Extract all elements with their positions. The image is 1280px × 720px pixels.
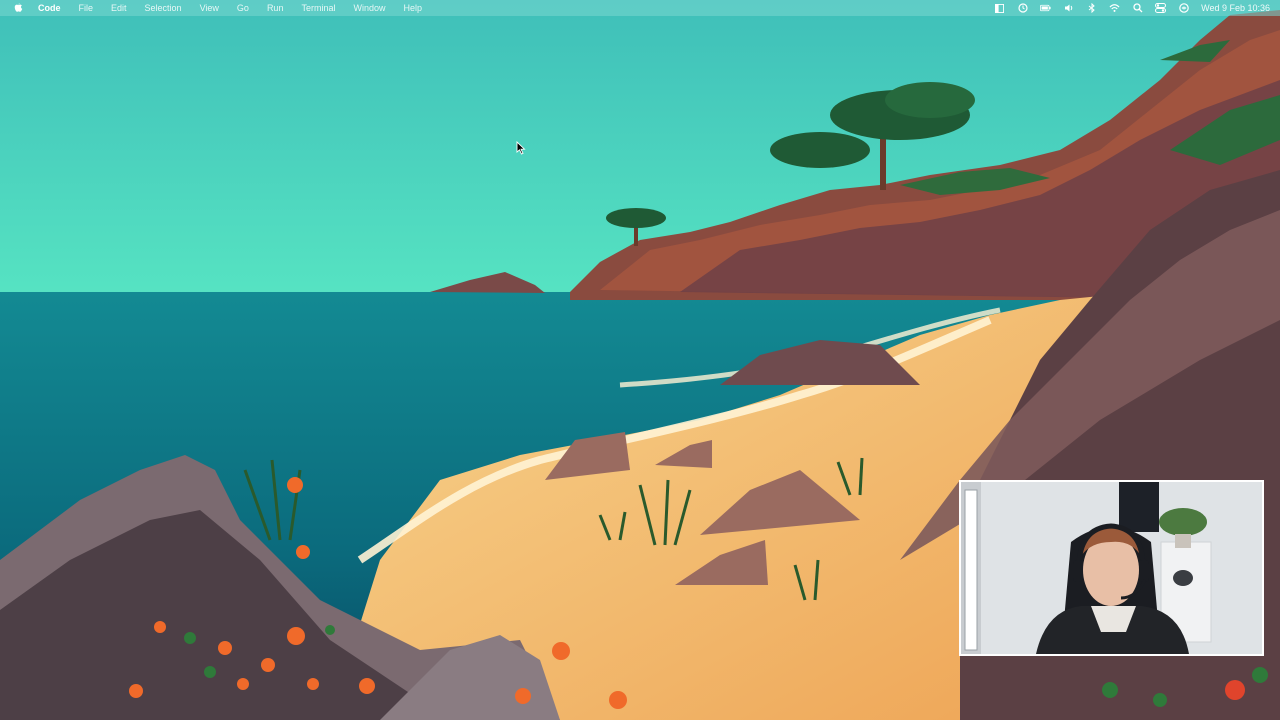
menu-go[interactable]: Go: [237, 3, 249, 13]
volume-icon[interactable]: [1063, 3, 1074, 14]
menu-bar: Code File Edit Selection View Go Run Ter…: [0, 0, 1280, 16]
menu-run[interactable]: Run: [267, 3, 284, 13]
webcam-feed: [961, 482, 1262, 654]
battery-icon[interactable]: [1040, 3, 1051, 14]
menu-file[interactable]: File: [79, 3, 94, 13]
sidebar-icon[interactable]: [994, 3, 1005, 14]
search-icon[interactable]: [1132, 3, 1143, 14]
menu-help[interactable]: Help: [403, 3, 422, 13]
menu-selection[interactable]: Selection: [145, 3, 182, 13]
menu-edit[interactable]: Edit: [111, 3, 127, 13]
tv-screen: [1119, 482, 1159, 532]
focus-icon[interactable]: [1017, 3, 1028, 14]
control-center-icon[interactable]: [1155, 3, 1167, 14]
mouse-cursor-icon: [516, 141, 526, 155]
wifi-icon[interactable]: [1109, 3, 1120, 14]
menu-window[interactable]: Window: [353, 3, 385, 13]
webcam-overlay: [959, 480, 1264, 656]
menu-terminal[interactable]: Terminal: [301, 3, 335, 13]
apple-menu-icon[interactable]: [12, 2, 24, 14]
menubar-clock[interactable]: Wed 9 Feb 10:36: [1201, 3, 1270, 13]
bluetooth-icon[interactable]: [1086, 3, 1097, 14]
siri-icon[interactable]: [1178, 3, 1189, 14]
menu-view[interactable]: View: [200, 3, 219, 13]
app-name-menu[interactable]: Code: [38, 3, 61, 13]
